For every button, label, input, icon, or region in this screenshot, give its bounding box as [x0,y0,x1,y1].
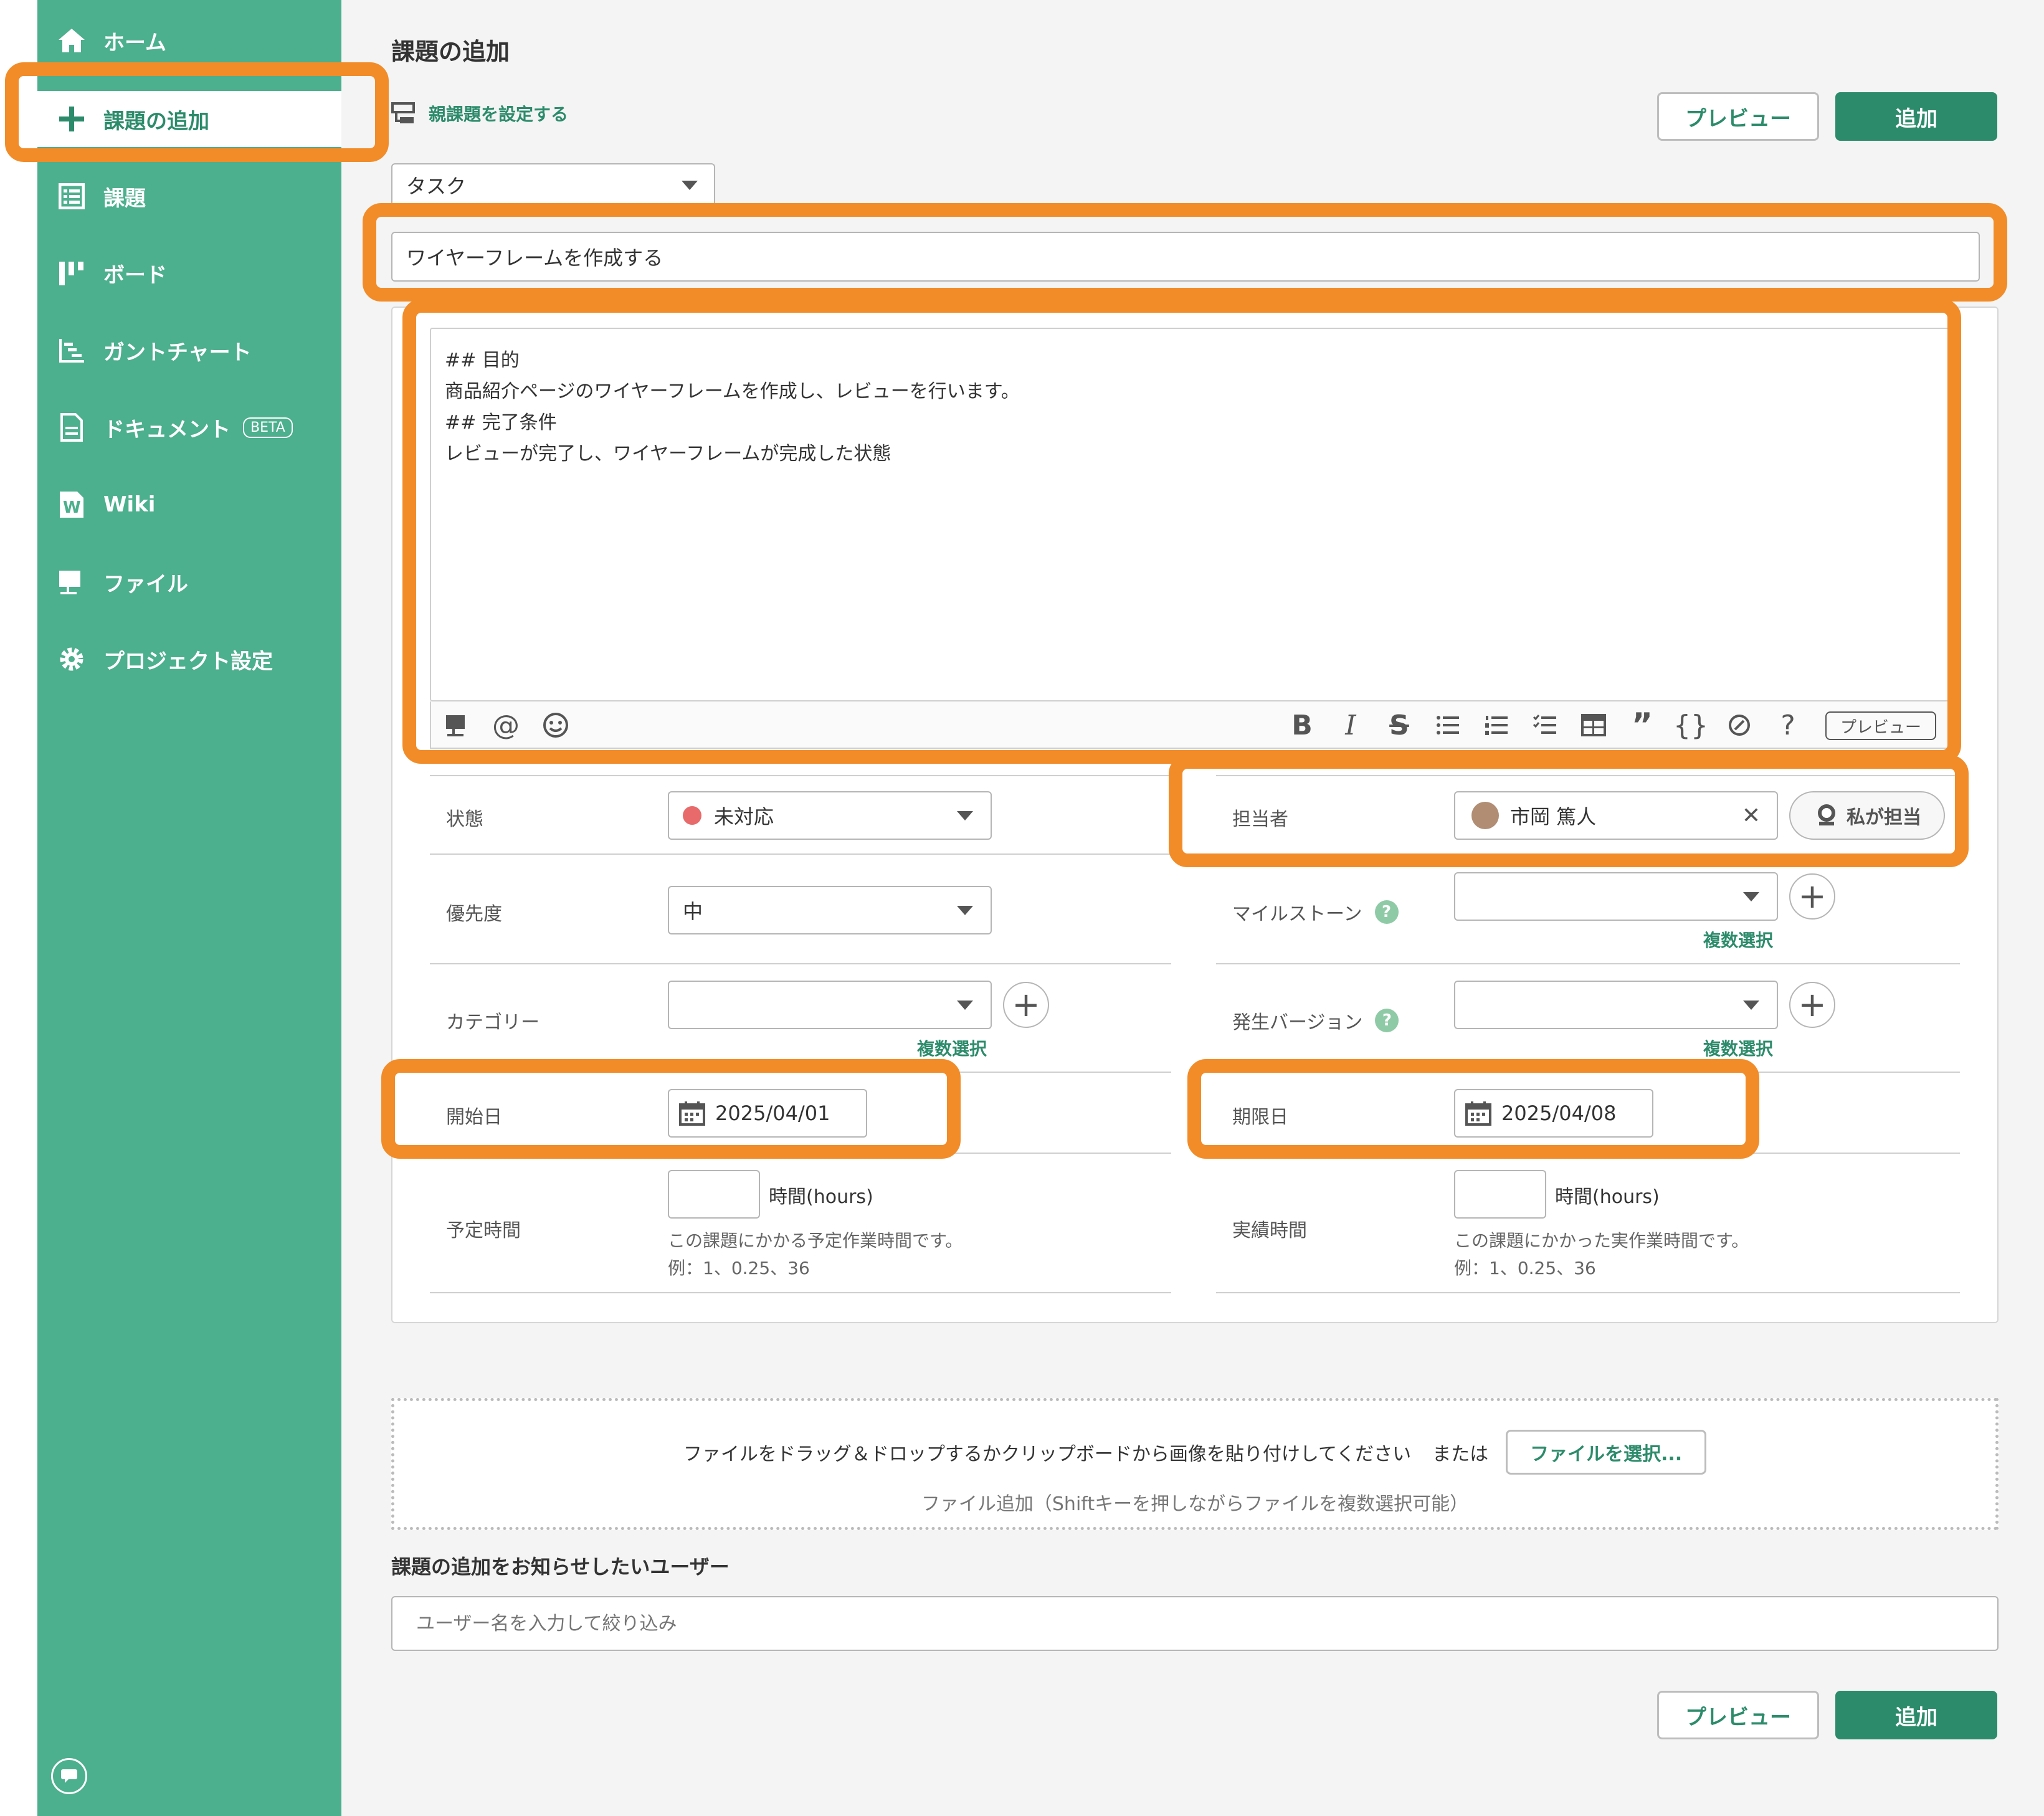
wiki-icon: W [56,489,87,520]
help-icon[interactable]: ? [1375,1009,1399,1032]
chevron-down-icon [957,811,973,820]
sidebar-item-label: ドキュメント [103,417,231,442]
home-icon [56,25,87,56]
add-category-button[interactable]: + [1003,982,1049,1028]
dropzone-hint: ファイル追加（Shiftキーを押しながらファイルを複数選択可能） [921,1493,1469,1515]
category-multi-select-link[interactable]: 複数選択 [917,1035,987,1060]
status-dot-icon [683,806,701,825]
chevron-down-icon [1743,1000,1759,1010]
actual-hours-help: この課題にかかった実作業時間です。 [1454,1230,1749,1251]
highlight-box [363,203,2007,302]
sidebar-item-label: ガントチャート [103,340,252,365]
chevron-down-icon [957,905,973,915]
status-value: 未対応 [714,805,774,829]
add-button-top[interactable]: 追加 [1835,92,1997,141]
sidebar-panel: ホーム 課題の追加 課題 ボード ガントチャート ドキュメント BETA W W… [37,0,341,1816]
preview-button-top[interactable]: プレビュー [1657,92,1819,141]
estimated-hours-example: 例：1、0.25、36 [668,1258,810,1278]
file-icon [56,566,87,597]
add-milestone-button[interactable]: + [1789,873,1835,920]
divider [1216,1292,1960,1293]
sidebar-item-file[interactable]: ファイル [37,554,341,610]
status-label: 状態 [446,809,483,830]
divider [430,963,1171,964]
svg-text:W: W [63,498,81,517]
chat-icon[interactable] [51,1758,87,1794]
highlight-box [381,1059,961,1159]
document-icon [56,412,87,443]
select-file-button[interactable]: ファイルを選択... [1506,1430,1707,1475]
sidebar-item-project-settings[interactable]: プロジェクト設定 [37,631,341,687]
estimated-hours-input[interactable] [668,1170,760,1219]
board-icon [56,257,87,288]
priority-value: 中 [683,900,703,923]
status-value-wrap: 未対応 [683,801,774,830]
sidebar-item-label: ファイル [103,571,188,597]
sidebar-item-home[interactable]: ホーム [37,12,341,69]
sidebar-item-gantt[interactable]: ガントチャート [37,322,341,378]
notify-user-input[interactable] [391,1596,1999,1651]
divider [430,775,1171,776]
highlight-box [402,299,1961,764]
add-button-bottom[interactable]: 追加 [1835,1691,1997,1739]
milestone-label-wrap: マイルストーン ? [1232,898,1399,926]
milestone-multi-select-link[interactable]: 複数選択 [1703,927,1773,952]
version-select[interactable] [1454,981,1778,1029]
add-version-button[interactable]: + [1789,982,1835,1028]
highlight-box [1187,1059,1759,1159]
version-multi-select-link[interactable]: 複数選択 [1703,1035,1773,1060]
gear-icon [56,644,87,675]
page-title: 課題の追加 [391,38,510,65]
estimated-hours-label: 予定時間 [446,1220,521,1242]
category-label: カテゴリー [446,1012,540,1034]
sidebar-item-label: ボード [103,262,167,288]
issue-type-select[interactable]: タスク [391,163,715,207]
status-select[interactable]: 未対応 [668,791,992,840]
chevron-down-icon [682,180,698,190]
highlight-box [1169,755,1969,867]
estimated-hours-unit: 時間(hours) [769,1186,873,1208]
actual-hours-label: 実績時間 [1232,1220,1307,1242]
list-icon [56,181,87,212]
actual-hours-example: 例：1、0.25、36 [1454,1258,1596,1278]
help-icon[interactable]: ? [1374,900,1399,924]
sidebar-item-wiki[interactable]: W Wiki [37,477,341,533]
parent-issue-icon [391,102,415,123]
priority-select[interactable]: 中 [668,886,992,934]
estimated-hours-help: この課題にかかる予定作業時間です。 [668,1230,963,1251]
dropzone-text: ファイルをドラッグ＆ドロップするかクリップボードから画像を貼り付けしてください [683,1443,1412,1465]
actual-hours-input[interactable] [1454,1170,1546,1219]
sidebar-item-label: Wiki [103,492,156,517]
milestone-label: マイルストーン [1232,903,1362,925]
parent-issue-label: 親課題を設定する [429,104,569,125]
sidebar-item-label: 課題 [103,186,146,211]
issue-type-value: タスク [406,174,467,198]
dropzone-or: または [1432,1443,1489,1465]
chevron-down-icon [1743,891,1759,901]
notify-title: 課題の追加をお知らせしたいユーザー [391,1555,730,1579]
sidebar-item-document[interactable]: ドキュメント BETA [37,399,341,455]
version-label-wrap: 発生バージョン ? [1232,1007,1399,1034]
divider [430,853,1171,855]
file-dropzone[interactable]: ファイルをドラッグ＆ドロップするかクリップボードから画像を貼り付けしてください … [391,1398,1999,1530]
actual-hours-unit: 時間(hours) [1555,1186,1660,1208]
version-label: 発生バージョン [1232,1012,1363,1034]
divider [430,1292,1171,1293]
chevron-down-icon [957,1000,973,1010]
sidebar-item-issues[interactable]: 課題 [37,168,341,224]
preview-button-bottom[interactable]: プレビュー [1657,1691,1819,1739]
milestone-select[interactable] [1454,872,1778,921]
sidebar-item-label: ホーム [103,30,166,55]
beta-badge: BETA [243,417,293,438]
divider [1216,963,1960,964]
dropzone-row: ファイルをドラッグ＆ドロップするかクリップボードから画像を貼り付けしてください … [394,1430,1995,1475]
sidebar: ホーム 課題の追加 課題 ボード ガントチャート ドキュメント BETA W W… [0,0,341,1816]
parent-issue-link[interactable]: 親課題を設定する [391,101,568,126]
highlight-box [5,62,389,162]
sidebar-item-label: プロジェクト設定 [103,649,273,674]
gantt-icon [56,335,87,366]
priority-label: 優先度 [446,903,502,925]
sidebar-item-board[interactable]: ボード [37,245,341,301]
category-select[interactable] [668,981,992,1029]
